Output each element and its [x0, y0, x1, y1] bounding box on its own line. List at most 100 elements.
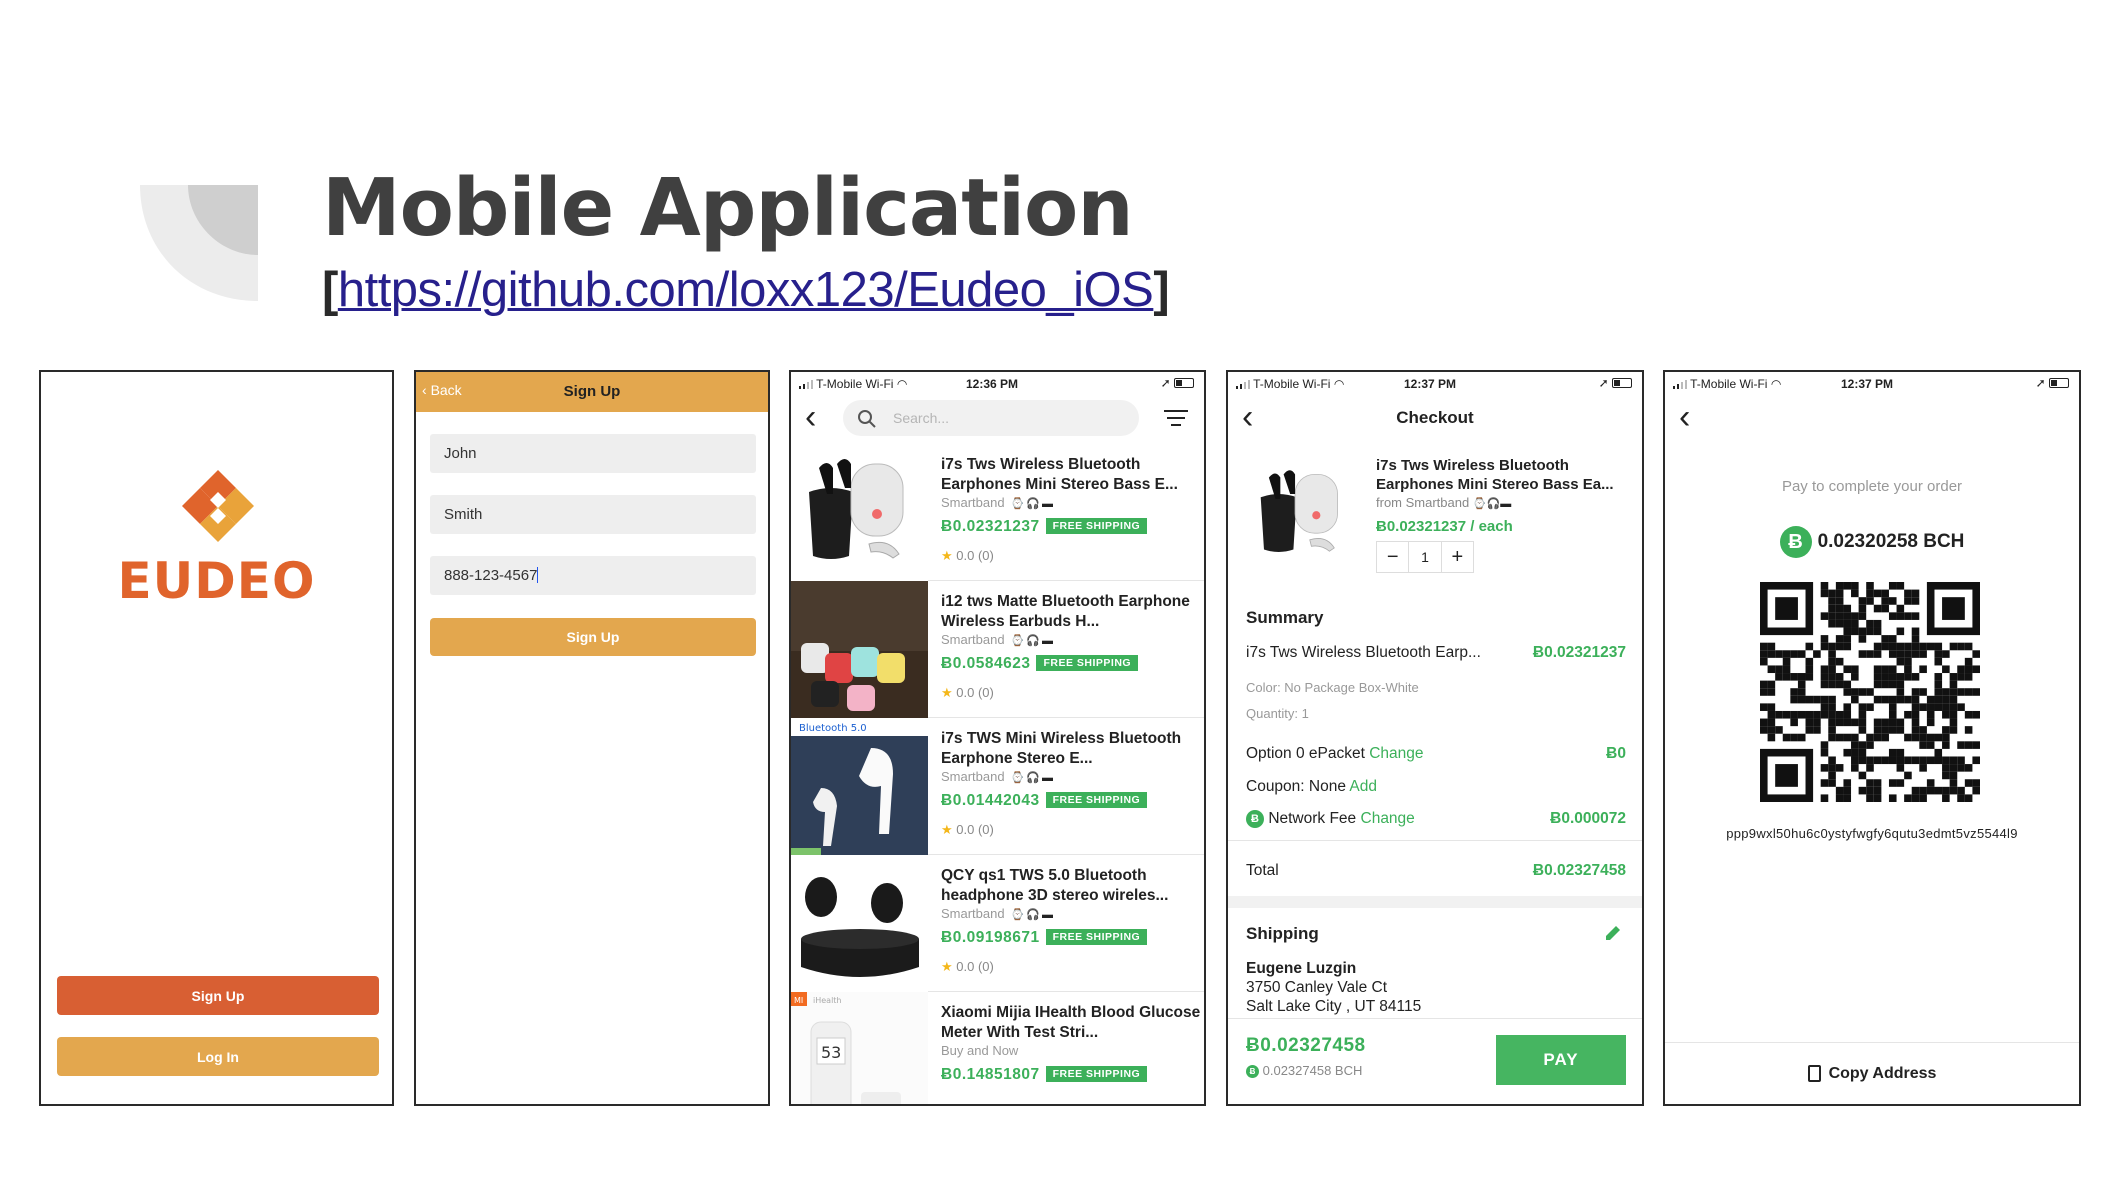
product-shop: Smartband — [941, 632, 1005, 647]
coupon-row: Coupon: None Add — [1246, 778, 1626, 796]
free-shipping-badge: FREE SHIPPING — [1045, 518, 1148, 534]
product-name: QCY qs1 TWS 5.0 Bluetooth headphone 3D s… — [941, 867, 1169, 904]
search-placeholder: Search... — [893, 410, 950, 426]
change-fee-link[interactable]: Change — [1361, 810, 1415, 827]
bitcoin-cash-icon: Ƀ — [1779, 526, 1812, 558]
pay-button[interactable]: PAY — [1496, 1035, 1626, 1085]
search-bar[interactable]: Search... — [843, 400, 1139, 436]
total-row: Total Ƀ0.02327458 — [1246, 862, 1626, 880]
first-name-field[interactable]: John — [430, 434, 756, 473]
product-rating: 0.0 (0) — [956, 822, 994, 837]
clock: 12:37 PM — [1841, 377, 1894, 391]
product-image: MI iHealth 53 — [791, 992, 928, 1104]
product-row[interactable]: i12 tws Matte Bluetooth Earphone Wireles… — [791, 581, 1204, 718]
carrier: T-Mobile Wi-Fi — [1690, 377, 1768, 391]
phone-field[interactable]: 888-123-4567 — [430, 556, 756, 595]
product-row[interactable]: i7s Tws Wireless Bluetooth Earphones Min… — [791, 444, 1204, 581]
product-row[interactable]: QCY qs1 TWS 5.0 Bluetooth headphone 3D s… — [791, 855, 1204, 992]
signal-icon — [799, 380, 813, 389]
search-icon — [858, 410, 876, 428]
filter-icon[interactable] — [1164, 410, 1188, 431]
item-from: from Smartband — [1376, 495, 1470, 510]
signup-submit-button[interactable]: Sign Up — [430, 618, 756, 656]
change-option-link[interactable]: Change — [1369, 745, 1423, 762]
product-price: Ƀ0.0584623 — [941, 655, 1031, 672]
repo-link[interactable]: https://github.com/loxx123/Eudeo_iOS — [338, 263, 1154, 317]
product-name: i7s TWS Mini Wireless Bluetooth Earphone… — [941, 730, 1182, 767]
repo-link-line: [https://github.com/loxx123/Eudeo_iOS] — [322, 262, 1170, 318]
category-icons: ⌚🎧▬ — [1010, 909, 1055, 921]
add-coupon-link[interactable]: Add — [1349, 778, 1377, 795]
coupon-label: Coupon: None — [1246, 778, 1346, 795]
login-button[interactable]: Log In — [57, 1037, 379, 1076]
carrier: T-Mobile Wi-Fi — [1253, 377, 1331, 391]
wifi-icon: ◠ — [896, 377, 908, 391]
last-name-field[interactable]: Smith — [430, 495, 756, 534]
fee-label: Network Fee — [1268, 810, 1357, 828]
copy-address-button[interactable]: Copy Address — [1665, 1042, 2079, 1104]
increment-button[interactable]: + — [1442, 542, 1473, 572]
line-item-name: i7s Tws Wireless Bluetooth Earp... — [1246, 644, 1481, 661]
battery-icon — [2049, 378, 2069, 388]
product-name: i12 tws Matte Bluetooth Earphone Wireles… — [941, 593, 1190, 630]
payment-prompt: Pay to complete your order — [1781, 478, 1963, 495]
shipping-heading: Shipping — [1246, 924, 1319, 943]
welcome-screen: EUDEO Sign Up Log In — [39, 370, 394, 1106]
summary-heading: Summary — [1246, 608, 1324, 627]
copy-icon — [1807, 1065, 1821, 1082]
decrement-button[interactable]: − — [1377, 542, 1408, 572]
bluetooth-label: Bluetooth 5.0 — [799, 723, 867, 734]
signup-button[interactable]: Sign Up — [57, 976, 379, 1015]
carrier: T-Mobile Wi-Fi — [816, 377, 894, 391]
fee-value: Ƀ0.000072 — [1550, 810, 1626, 827]
product-shop: Smartband — [941, 769, 1005, 784]
product-row[interactable]: Bluetooth 5.0 i7s TWS Mini Wireless Blue… — [791, 718, 1204, 855]
bitcoin-cash-icon: Ƀ — [1246, 810, 1264, 828]
brand-name: EUDEO — [117, 552, 316, 610]
product-rating: 0.0 (0) — [956, 685, 994, 700]
signal-icon — [1236, 380, 1250, 389]
status-bar: T-Mobile Wi-Fi ◠ 12:37 PM ➚ — [1228, 376, 1642, 392]
star-icon: ★ — [941, 822, 953, 837]
product-row[interactable]: MI iHealth 53 Xiaomi Mijia IHealth Blood… — [791, 992, 1204, 1104]
product-image: Bluetooth 5.0 — [791, 718, 928, 855]
back-arrow-icon[interactable]: ‹ — [1679, 400, 1690, 434]
mi-label: MI — [794, 996, 803, 1005]
location-icon: ➚ — [2035, 376, 2046, 390]
battery-icon — [1174, 378, 1194, 388]
category-icons: ⌚🎧▬ — [1010, 772, 1055, 784]
search-screen: T-Mobile Wi-Fi ◠ 12:36 PM ➚ ‹ Search... … — [789, 370, 1206, 1106]
signal-icon — [1673, 380, 1687, 389]
edit-pencil-icon[interactable] — [1604, 924, 1622, 942]
product-name: i7s Tws Wireless Bluetooth Earphones Min… — [941, 456, 1178, 493]
back-arrow-icon[interactable]: ‹ — [805, 400, 816, 434]
category-icons: ⌚🎧▬ — [1472, 498, 1512, 510]
bracket-open: [ — [322, 263, 338, 317]
signup-title: Sign Up — [563, 383, 621, 400]
slide-title: Mobile Application — [322, 162, 1134, 254]
signup-screen: ‹ Back Sign Up John Smith 888-123-4567 S… — [414, 370, 770, 1106]
wifi-icon: ◠ — [1333, 377, 1345, 391]
wifi-icon: ◠ — [1770, 377, 1782, 391]
product-image — [791, 855, 928, 992]
wallet-address: ppp9wxl50hu6c0ystyfwgfy6qutu3edmt5vz5544… — [1726, 826, 2018, 841]
star-icon: ★ — [941, 959, 953, 974]
ihealth-label: iHealth — [813, 996, 842, 1005]
line-item-row: i7s Tws Wireless Bluetooth Earp... Ƀ0.023… — [1246, 644, 1626, 662]
item-name: i7s Tws Wireless Bluetooth Earphones Min… — [1376, 457, 1614, 493]
payment-screen: T-Mobile Wi-Fi ◠ 12:37 PM ➚ ‹ Pay to com… — [1663, 370, 2081, 1106]
product-rating: 0.0 (0) — [956, 548, 994, 563]
option-label: Option 0 ePacket — [1246, 745, 1365, 762]
location-icon: ➚ — [1598, 376, 1609, 390]
product-price: Ƀ0.09198671 — [941, 929, 1040, 946]
bottom-bch: 0.02327458 BCH — [1262, 1063, 1363, 1078]
product-shop: Smartband — [941, 495, 1005, 510]
location-icon: ➚ — [1160, 376, 1171, 390]
product-name: Xiaomi Mijia IHealth Blood Glucose Meter… — [941, 1004, 1201, 1041]
ship-name: Eugene Luzgin — [1246, 960, 1357, 977]
signup-navbar: ‹ Back Sign Up — [416, 372, 768, 412]
decorative-shape — [140, 185, 258, 301]
qr-code — [1760, 582, 1980, 802]
free-shipping-badge: FREE SHIPPING — [1045, 792, 1148, 808]
slide: Mobile Application [https://github.com/l… — [0, 0, 2112, 1190]
